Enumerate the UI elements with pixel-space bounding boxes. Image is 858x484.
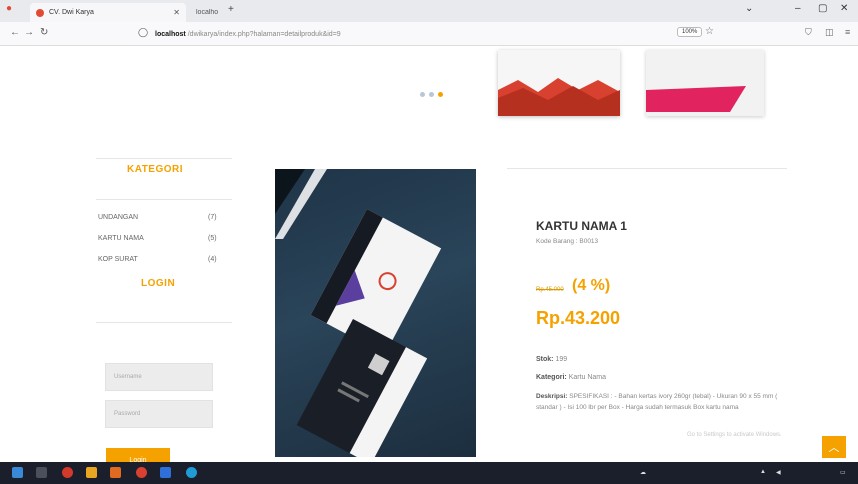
new-tab-button[interactable]: + [228, 4, 234, 15]
word-icon[interactable] [160, 467, 171, 478]
category-item-kop-surat[interactable]: KOP SURAT (4) [98, 256, 228, 263]
desc-value: SPESIFIKASI : - Bahan kertas ivory 260gr… [536, 393, 778, 411]
browser-tab-active[interactable]: CV. Dwi Karya ✕ [30, 3, 186, 22]
stock-value: 199 [555, 356, 568, 363]
banner-thumbnail [498, 50, 620, 116]
chrome-icon[interactable] [186, 467, 197, 478]
category-count: (7) [208, 214, 217, 221]
task-view-icon[interactable] [36, 467, 47, 478]
volume-icon[interactable]: ◀ [776, 469, 781, 476]
username-placeholder: Username [114, 374, 142, 380]
url-path: /dwikarya/index.php?halaman=detailproduk… [187, 30, 341, 38]
carousel-dot-active[interactable] [438, 92, 443, 97]
extensions-icon[interactable]: ◫ [825, 27, 834, 38]
scroll-to-top-button[interactable]: ︿ [822, 436, 846, 458]
product-description: Deskripsi: SPESIFIKASI : - Bahan kertas … [536, 391, 788, 413]
opera-icon[interactable] [62, 467, 73, 478]
tab-title: CV. Dwi Karya [49, 9, 94, 16]
close-tab-icon[interactable]: ✕ [173, 8, 180, 17]
weather-icon[interactable]: ☁ [640, 469, 646, 476]
site-favicon-icon [36, 8, 44, 17]
browser-logo-icon: ● [6, 3, 13, 14]
discount-percent: (4 %) [572, 277, 611, 294]
url-host: localhost [155, 30, 186, 38]
password-placeholder: Password [114, 411, 141, 417]
desc-label: Deskripsi: [536, 393, 568, 400]
old-price: Rp.45.000 [536, 287, 564, 293]
zoom-level[interactable]: 100% [677, 27, 703, 37]
category-count: (4) [208, 256, 217, 263]
category-value: Kartu Nama [568, 374, 607, 381]
start-icon[interactable] [12, 467, 23, 478]
maximize-icon[interactable]: ▢ [818, 3, 827, 14]
file-explorer-icon[interactable] [86, 467, 97, 478]
carousel-dot[interactable] [429, 92, 434, 97]
browser-tab-bar: CV. Dwi Karya ✕ localhost/dwikarya/admin… [0, 0, 858, 22]
product-stock: Stok: 199 [536, 356, 567, 363]
login-title: LOGIN [141, 278, 176, 289]
menu-icon[interactable]: ≡ [845, 27, 850, 37]
category-item-kartu-nama[interactable]: KARTU NAMA (5) [98, 235, 228, 242]
network-icon[interactable]: ▲ [760, 469, 766, 475]
carousel-indicators [420, 92, 443, 97]
bookmark-star-icon[interactable]: ☆ [705, 26, 714, 37]
os-taskbar: ☁ ▲ ◀ ▭ [0, 462, 858, 484]
product-title: KARTU NAMA 1 [536, 219, 627, 233]
browser-nav-bar: ← → ↻ ◯ localhost /dwikarya/index.php?ha… [0, 22, 858, 46]
activation-watermark: Go to Settings to activate Windows. [687, 432, 782, 438]
reload-icon[interactable]: ↻ [40, 27, 48, 38]
carousel-dot[interactable] [420, 92, 425, 97]
shield-icon[interactable]: ◯ [138, 27, 148, 38]
chevron-up-icon: ︿ [828, 442, 840, 454]
category-name: KARTU NAMA [98, 235, 144, 242]
notifications-icon[interactable]: ▭ [840, 469, 846, 476]
divider [507, 168, 787, 169]
username-input[interactable]: Username [105, 363, 213, 391]
address-bar[interactable]: localhost /dwikarya/index.php?halaman=de… [155, 26, 715, 42]
browser-tab-inactive[interactable]: localhost/dwikarya/admin/index.p... [190, 3, 224, 22]
firefox-icon[interactable] [136, 467, 147, 478]
category-item-undangan[interactable]: UNDANGAN (7) [98, 214, 228, 221]
tab-title: localhost/dwikarya/admin/index.p... [196, 9, 218, 16]
kategori-title: KATEGORI [127, 164, 184, 175]
minimize-icon[interactable]: – [795, 3, 801, 14]
product-image [275, 169, 476, 457]
close-window-icon[interactable]: ✕ [840, 3, 848, 14]
banner-thumbnail [646, 50, 764, 116]
forward-icon[interactable]: → [24, 27, 34, 38]
tab-list-icon[interactable]: ⌄ [745, 3, 753, 14]
product-code: Kode Barang : B0013 [536, 238, 599, 245]
stock-label: Stok: [536, 356, 554, 363]
product-price: Rp.43.200 [536, 308, 621, 328]
divider [96, 199, 232, 200]
password-input[interactable]: Password [105, 400, 213, 428]
category-name: UNDANGAN [98, 214, 139, 221]
divider [96, 158, 232, 159]
back-icon[interactable]: ← [10, 27, 20, 38]
app-icon[interactable] [110, 467, 121, 478]
category-label: Kategori: [536, 374, 567, 381]
product-category: Kategori: Kartu Nama [536, 374, 606, 381]
shield-toolbar-icon[interactable]: ⛉ [805, 27, 812, 38]
divider [96, 322, 232, 323]
category-name: KOP SURAT [98, 256, 138, 263]
category-count: (5) [208, 235, 217, 242]
